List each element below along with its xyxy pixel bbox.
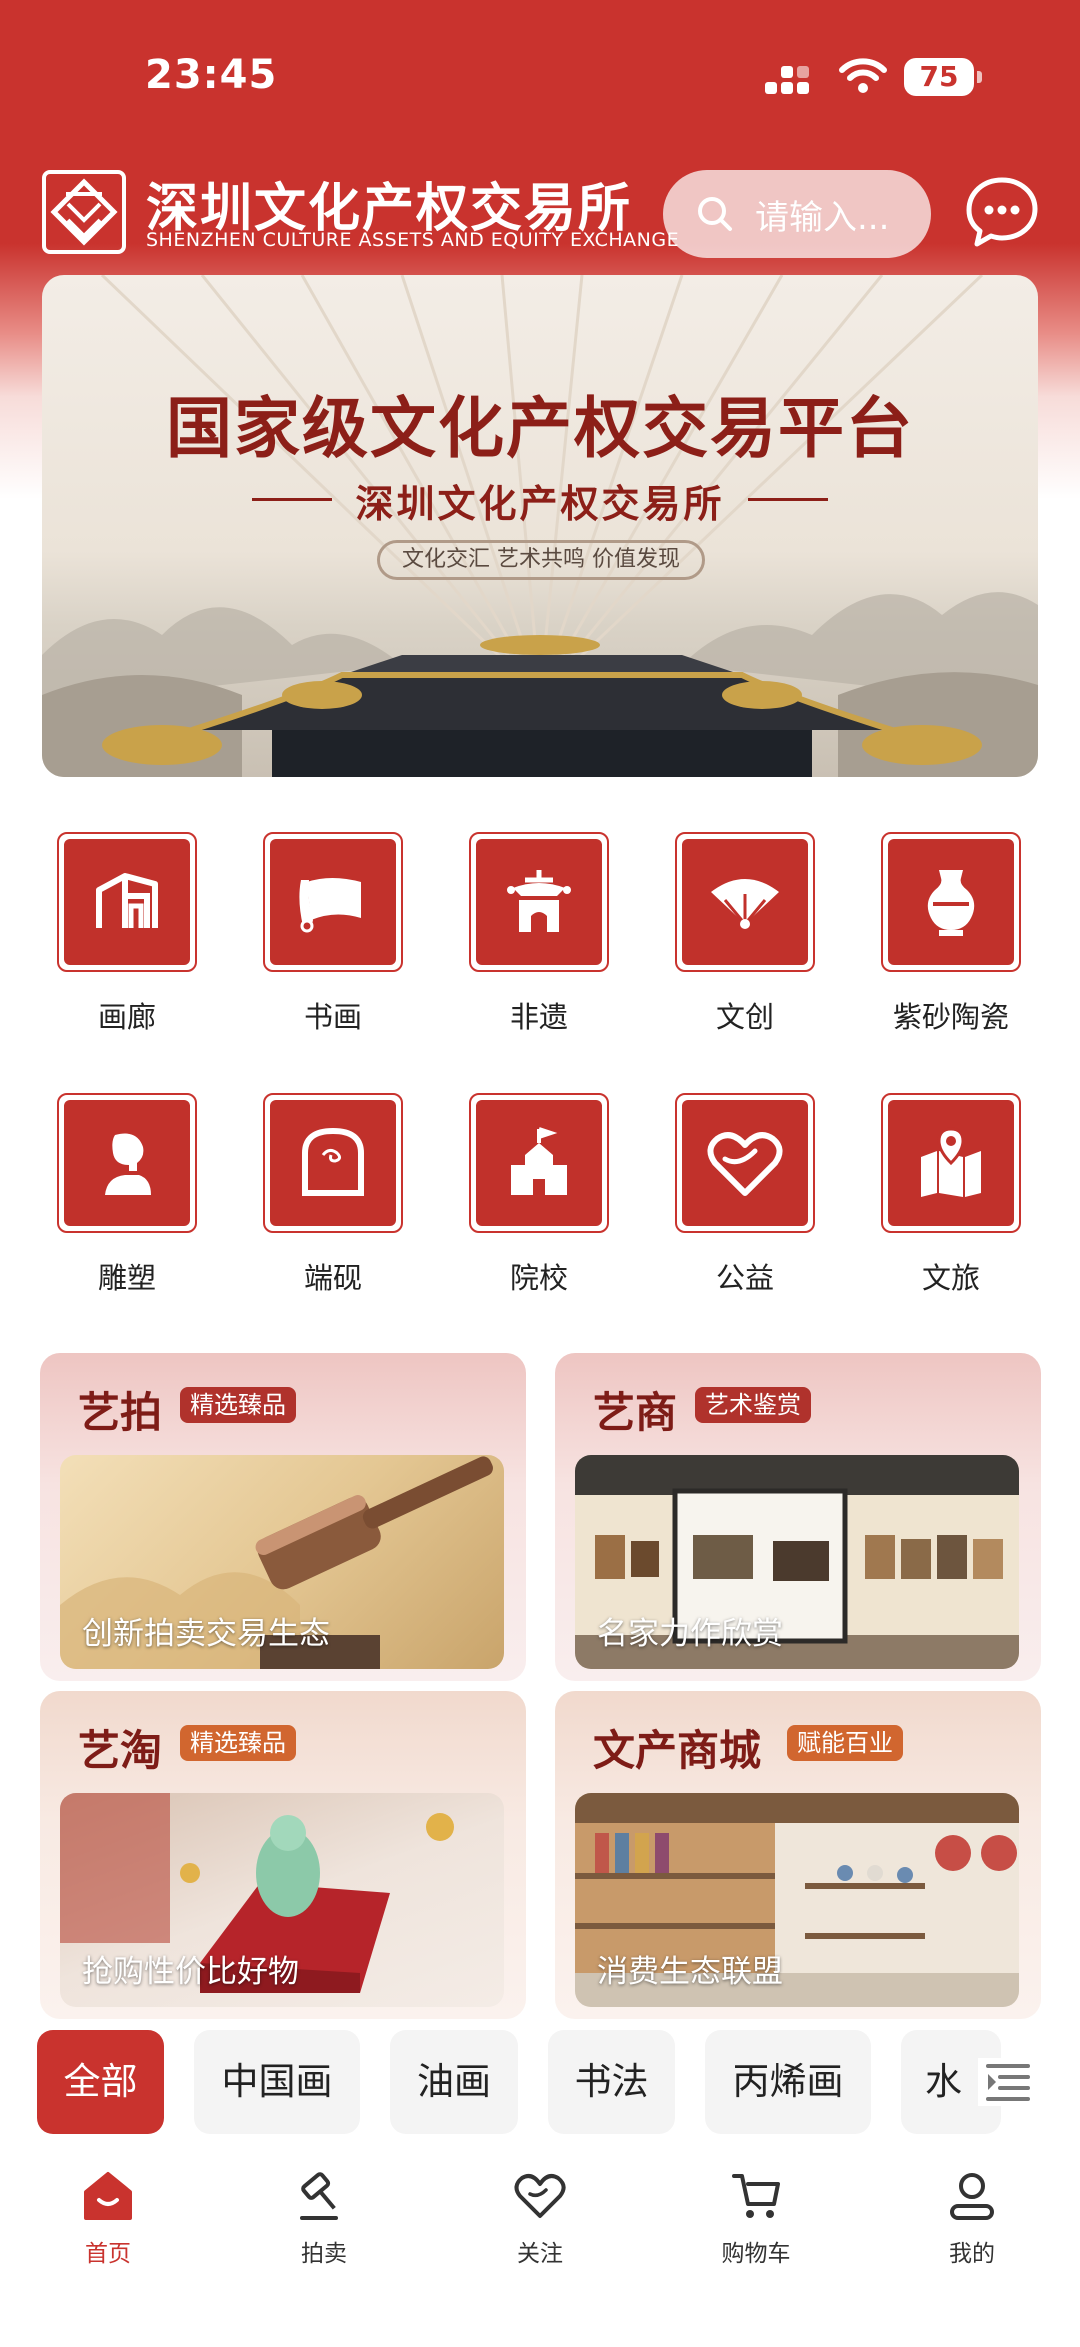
card-auction[interactable]: 艺拍 精选臻品 创新拍卖交易生态 xyxy=(40,1353,526,1681)
jade-image: 抢购性价比好物 xyxy=(60,1793,504,2007)
category-label: 书画 xyxy=(303,1000,362,1034)
search-icon xyxy=(698,197,732,231)
search-placeholder: 请输入... xyxy=(755,197,890,238)
list-menu-icon xyxy=(986,2064,1030,2101)
wifi-icon xyxy=(839,58,887,93)
category-label: 非遗 xyxy=(509,1000,568,1034)
message-icon[interactable] xyxy=(963,174,1041,252)
nav-home[interactable]: 首页 xyxy=(38,2168,178,2268)
status-time: 23:45 xyxy=(145,52,278,98)
filter-tab-all[interactable]: 全部 xyxy=(37,2030,164,2134)
search-bar[interactable]: 请输入... xyxy=(663,170,931,258)
card-title: 文产商城 xyxy=(593,1726,762,1775)
filter-tab-oil-painting[interactable]: 油画 xyxy=(390,2030,518,2134)
promo-banner[interactable]: 国家级文化产权交易平台 深圳文化产权交易所 文化交汇 艺术共鸣 价值发现 xyxy=(42,275,1038,777)
card-caption: 消费生态联盟 xyxy=(597,1954,783,1990)
category-gallery[interactable]: 画廊 xyxy=(47,832,207,1036)
nav-auction[interactable]: 拍卖 xyxy=(254,2168,394,2268)
category-heritage[interactable]: 非遗 xyxy=(459,832,619,1036)
status-bar: 23:45 75 xyxy=(0,0,1080,150)
filter-tab-calligraphy[interactable]: 书法 xyxy=(548,2030,675,2134)
sculpture-icon xyxy=(105,1133,151,1195)
nav-label: 购物车 xyxy=(721,2241,791,2267)
fan-icon xyxy=(711,879,779,929)
category-ceramics[interactable]: 紫砂陶瓷 xyxy=(871,832,1031,1036)
battery-indicator: 75 xyxy=(904,58,982,96)
profile-icon xyxy=(950,2173,994,2220)
filter-tab-chinese-painting[interactable]: 中国画 xyxy=(194,2030,360,2134)
heritage-icon xyxy=(507,870,571,932)
card-caption: 创新拍卖交易生态 xyxy=(82,1616,330,1652)
banner-title: 国家级文化产权交易平台 xyxy=(166,389,914,467)
heart-outline-icon xyxy=(514,2174,566,2218)
cellular-signal-icon xyxy=(765,62,811,96)
school-icon xyxy=(511,1127,567,1195)
card-mall[interactable]: 文产商城 赋能百业 消费生态联盟 xyxy=(555,1691,1041,2019)
bottom-navigation: 首页 拍卖 关注 购物车 我的 xyxy=(0,2148,1080,2347)
card-caption: 名家力作欣赏 xyxy=(597,1616,783,1652)
home-icon xyxy=(84,2172,132,2220)
scroll-icon xyxy=(299,878,361,933)
card-title: 艺淘 xyxy=(78,1726,163,1775)
filter-menu-button[interactable] xyxy=(978,2058,1038,2106)
card-art-merchant[interactable]: 艺商 艺术鉴赏 名家力作欣赏 xyxy=(555,1353,1041,1681)
category-creative[interactable]: 文创 xyxy=(665,832,825,1036)
card-badge: 赋能百业 xyxy=(787,1725,903,1761)
category-label: 文创 xyxy=(715,1000,774,1034)
nav-label: 关注 xyxy=(517,2241,563,2267)
category-label: 公益 xyxy=(715,1261,774,1295)
category-label: 院校 xyxy=(509,1261,568,1295)
nav-follow[interactable]: 关注 xyxy=(470,2168,610,2268)
card-badge: 艺术鉴赏 xyxy=(695,1387,811,1423)
exhibition-image: 名家力作欣赏 xyxy=(575,1455,1019,1669)
nav-label: 我的 xyxy=(949,2241,995,2267)
category-label: 画廊 xyxy=(97,1000,156,1034)
nav-cart[interactable]: 购物车 xyxy=(686,2168,826,2268)
map-pin-icon xyxy=(921,1127,981,1197)
category-calligraphy[interactable]: 书画 xyxy=(253,832,413,1036)
category-charity[interactable]: 公益 xyxy=(665,1093,825,1297)
category-label: 雕塑 xyxy=(97,1261,156,1295)
filter-tab-acrylic[interactable]: 丙烯画 xyxy=(705,2030,871,2134)
nav-label: 首页 xyxy=(85,2241,131,2267)
category-label: 紫砂陶瓷 xyxy=(892,1000,1009,1034)
nav-label: 拍卖 xyxy=(301,2241,347,2267)
category-sculpture[interactable]: 雕塑 xyxy=(47,1093,207,1297)
auction-image: 创新拍卖交易生态 xyxy=(60,1455,504,1669)
card-badge: 精选臻品 xyxy=(180,1387,296,1423)
banner-tagline: 文化交汇 艺术共鸣 价值发现 xyxy=(377,540,705,580)
divider xyxy=(748,498,828,501)
inkstone-icon xyxy=(302,1127,364,1196)
category-label: 文旅 xyxy=(921,1261,980,1295)
cart-icon xyxy=(732,2174,780,2218)
category-school[interactable]: 院校 xyxy=(459,1093,619,1297)
card-title: 艺商 xyxy=(593,1388,678,1437)
brand-name-english: SHENZHEN CULTURE ASSETS AND EQUITY EXCHA… xyxy=(146,229,680,251)
category-label: 端砚 xyxy=(303,1261,362,1295)
card-badge: 精选臻品 xyxy=(180,1725,296,1761)
store-image: 消费生态联盟 xyxy=(575,1793,1019,2007)
banner-subtitle: 深圳文化产权交易所 xyxy=(355,481,725,526)
gavel-icon xyxy=(300,2172,338,2220)
logo-icon xyxy=(42,170,126,254)
category-filter-tabs: 全部 中国画 油画 书法 丙烯画 水 xyxy=(0,2030,1080,2138)
card-title: 艺拍 xyxy=(78,1388,163,1437)
vase-icon xyxy=(927,870,975,936)
heart-icon xyxy=(707,1132,783,1196)
card-shopping[interactable]: 艺淘 精选臻品 抢购性价比好物 xyxy=(40,1691,526,2019)
card-caption: 抢购性价比好物 xyxy=(82,1954,299,1990)
gallery-icon xyxy=(96,873,158,928)
category-tourism[interactable]: 文旅 xyxy=(871,1093,1031,1297)
category-inkstone[interactable]: 端砚 xyxy=(253,1093,413,1297)
nav-profile[interactable]: 我的 xyxy=(902,2168,1042,2268)
